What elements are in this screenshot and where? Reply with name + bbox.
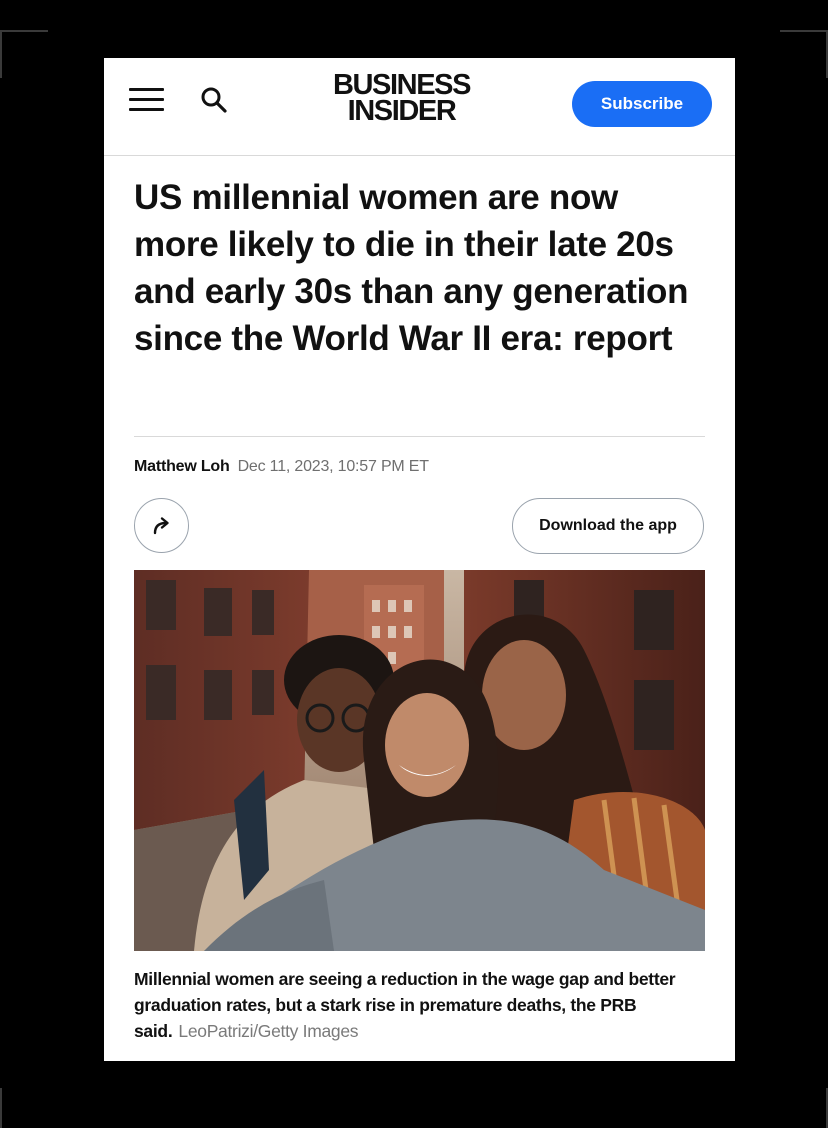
article-headline: US millennial women are now more likely … [134, 178, 689, 358]
photo-caption: Millennial women are seeing a reduction … [134, 966, 709, 1044]
frame-corner-bottom-left [0, 1088, 48, 1128]
business-insider-logo[interactable]: BUSINESS INSIDER [319, 71, 484, 127]
share-arrow-icon [153, 516, 169, 534]
hamburger-menu-icon[interactable] [129, 88, 164, 112]
article-photo [134, 570, 705, 951]
site-header: BUSINESS INSIDER Subscribe [104, 58, 735, 156]
author-name[interactable]: Matthew Loh [134, 458, 230, 475]
photo-credit: LeoPatrizi/Getty Images [178, 1021, 359, 1041]
divider [134, 436, 705, 437]
frame-corner-top-left [0, 30, 48, 78]
article-card: BUSINESS INSIDER Subscribe US millennial… [104, 58, 735, 1061]
logo-line-2: INSIDER [347, 95, 457, 127]
subscribe-button[interactable]: Subscribe [572, 81, 712, 127]
frame-corner-top-right [780, 30, 828, 78]
frame-corner-bottom-right [780, 1088, 828, 1128]
publish-date: Dec 11, 2023, 10:57 PM ET [237, 458, 429, 475]
byline: Matthew Loh Dec 11, 2023, 10:57 PM ET [134, 458, 429, 476]
download-app-button[interactable]: Download the app [512, 498, 704, 554]
search-icon[interactable] [200, 86, 228, 114]
share-button[interactable] [134, 498, 189, 553]
